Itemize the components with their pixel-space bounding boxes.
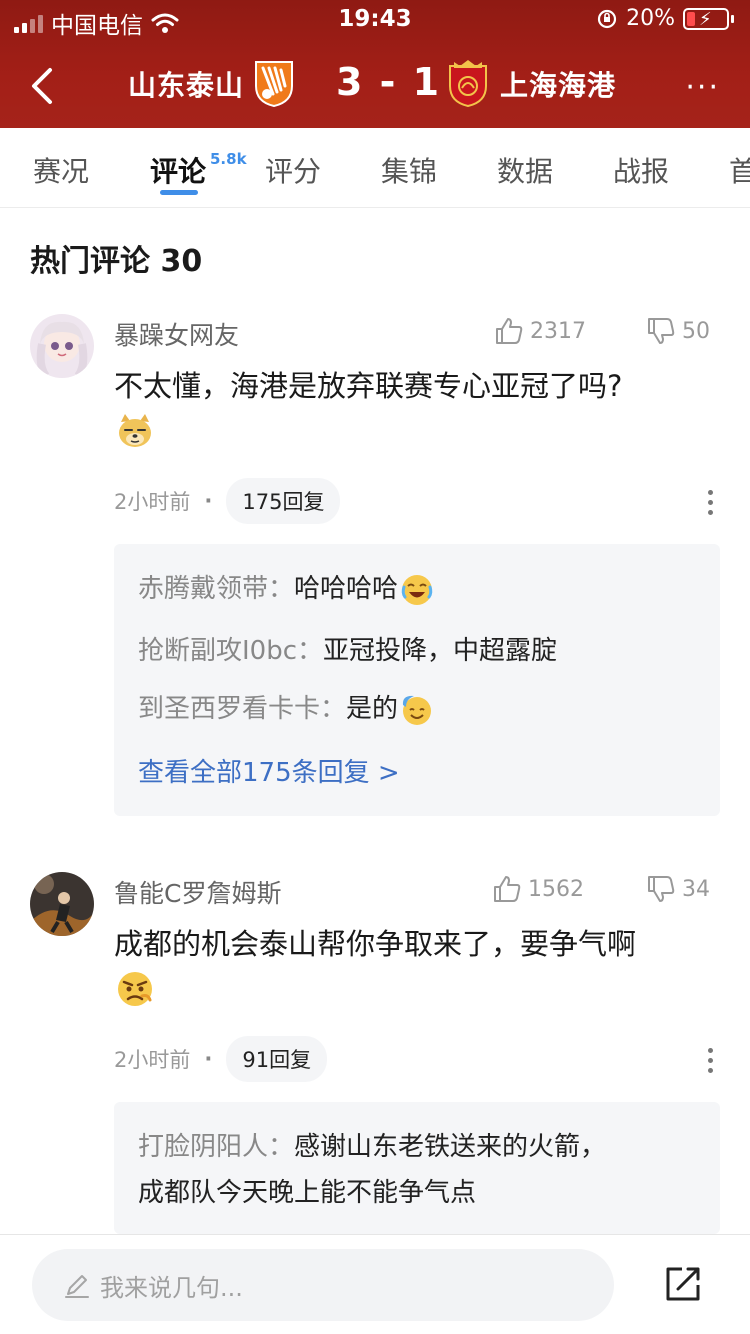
back-arrow-icon[interactable] [26,66,60,106]
reply-text: 感谢山东老铁送来的火箭， [294,1132,607,1162]
more-options-icon[interactable]: ··· [685,70,720,105]
reply-preview-item[interactable]: 打脸阴阳人：感谢山东老铁送来的火箭， [138,1126,606,1163]
avatar[interactable] [30,314,94,378]
away-team-name[interactable]: 上海海港 [500,64,616,104]
like-count: 2317 [530,318,586,344]
status-bar: 中国电信 19:43 20% ⚡ [0,0,750,42]
tab-ratings[interactable]: 评分 [265,150,321,190]
reply-preview-item[interactable]: 赤腾戴领带：哈哈哈哈 [138,568,434,607]
thumbs-up-icon [496,318,523,344]
reply-text: 哈哈哈哈 [294,574,399,604]
dislike-button[interactable]: 50 [646,316,710,346]
battery-percent: 20% [626,6,675,31]
comments-count-badge: 5.8k [210,150,247,168]
reply-username[interactable]: 赤腾戴领带： [138,574,294,604]
comment-input-bar: 我来说几句... [0,1234,750,1334]
reply-text: 是的 [346,694,399,724]
reply-preview-box[interactable]: 打脸阴阳人：感谢山东老铁送来的火箭， 成都队今天晚上能不能争气点 [114,1102,720,1234]
comment-input-placeholder: 我来说几句... [100,1273,243,1302]
comment-time: 2小时前 [114,490,191,514]
comment-time: 2小时前 [114,1048,191,1072]
comment-input[interactable]: 我来说几句... [32,1249,614,1321]
view-all-replies-link[interactable]: 查看全部175条回复 > [138,752,400,789]
orientation-lock-icon [597,9,617,28]
home-team-crest-icon[interactable] [253,58,295,108]
reply-preview-item[interactable]: 到圣西罗看卡卡：是的 [138,688,434,727]
thumbs-up-icon [494,876,521,902]
comment-username[interactable]: 鲁能C罗詹姆斯 [114,874,281,910]
tab-match-status[interactable]: 赛况 [33,150,89,190]
laugh-cry-emoji-icon [401,574,433,605]
battery-icon: ⚡ [683,7,729,30]
sweat-smile-emoji-icon [402,695,432,725]
away-team-crest-icon[interactable] [446,58,490,108]
reply-count-button[interactable]: 91回复 [226,1036,328,1082]
tab-lineup[interactable]: 首 [729,150,750,190]
active-tab-indicator [160,190,198,195]
comment-more-icon[interactable] [708,490,714,515]
avatar[interactable] [30,872,94,936]
home-team-name[interactable]: 山东泰山 [128,64,244,104]
doge-emoji-icon [119,414,151,447]
thumbs-down-icon [648,876,675,902]
reply-username[interactable]: 到圣西罗看卡卡： [138,694,346,724]
like-button[interactable]: 1562 [492,874,584,904]
dislike-count: 34 [682,876,710,902]
match-header: 中国电信 19:43 20% ⚡ 山东泰山 3 - 1 上海海港 ··· [0,0,750,128]
match-nav: 山东泰山 3 - 1 上海海港 ··· [0,50,750,120]
comment-more-icon[interactable] [708,1048,714,1073]
dislike-count: 50 [682,318,710,344]
hot-comments-title: 热门评论 30 [30,244,203,279]
thumbs-down-icon [648,318,675,344]
tab-comments[interactable]: 评论 [150,150,206,190]
comment-text: 成都的机会泰山帮你争取来了，要争气啊 [114,927,637,961]
tab-stats[interactable]: 数据 [497,150,553,190]
tab-bar: 赛况 评论 5.8k 评分 集锦 数据 战报 首 [0,128,750,208]
tab-report[interactable]: 战报 [613,150,669,190]
comment-meta: 2小时前 · 175回复 [114,478,341,524]
reply-preview-box[interactable]: 赤腾戴领带：哈哈哈哈 抢断副攻I0bc：亚冠投降，中超露腚 到圣西罗看卡卡：是的… [114,544,720,816]
like-button[interactable]: 2317 [494,316,586,346]
comment-username[interactable]: 暴躁女网友 [114,316,239,352]
like-count: 1562 [528,876,584,902]
comment-text: 不太懂，海港是放弃联赛专心亚冠了吗? [114,369,623,403]
reply-username[interactable]: 抢断副攻I0bc： [138,636,323,666]
angry-emoji-icon [118,972,152,1006]
reply-username[interactable]: 打脸阴阳人： [138,1132,294,1162]
comment-meta: 2小时前 · 91回复 [114,1036,328,1082]
pencil-icon [65,1275,89,1298]
dislike-button[interactable]: 34 [646,874,710,904]
tab-highlights[interactable]: 集锦 [381,150,437,190]
reply-text-continued: 成都队今天晚上能不能争气点 [138,1178,477,1208]
reply-preview-item[interactable]: 抢断副攻I0bc：亚冠投降，中超露腚 [138,630,557,667]
share-icon[interactable] [662,1263,704,1305]
match-score: 3 - 1 [336,60,442,104]
reply-text: 亚冠投降，中超露腚 [323,636,558,666]
reply-count-button[interactable]: 175回复 [226,478,341,524]
